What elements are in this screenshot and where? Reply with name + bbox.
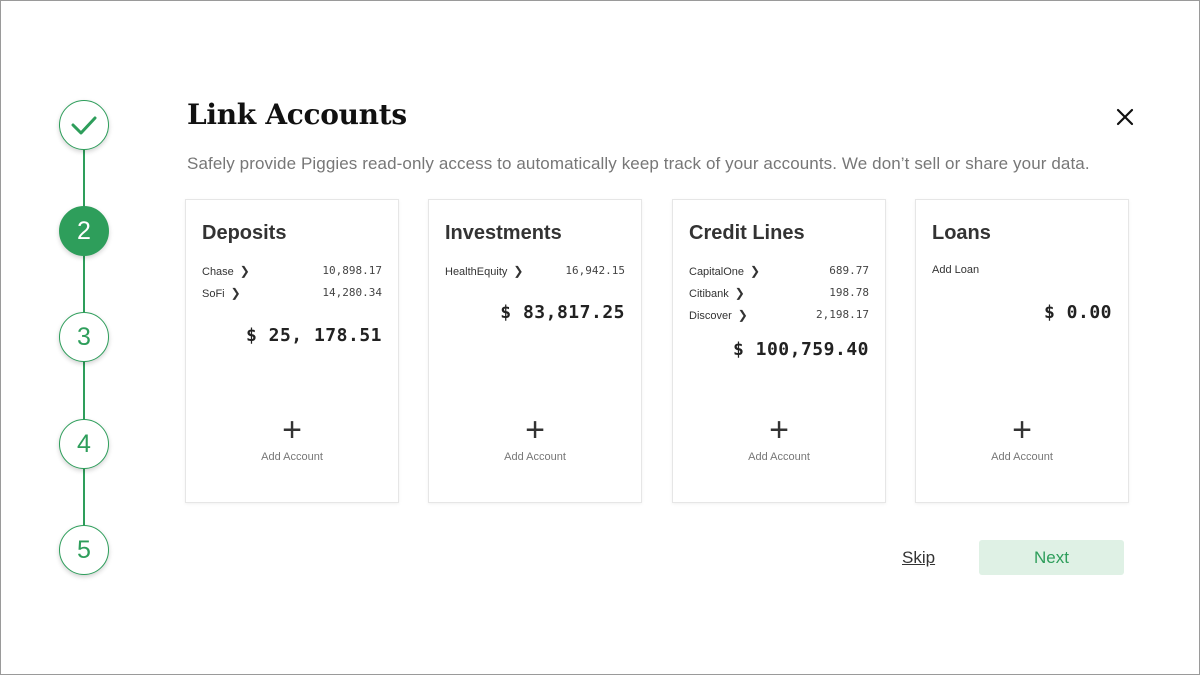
account-amount: 689.77: [829, 264, 869, 277]
plus-icon: +: [769, 411, 789, 449]
account-row-healthequity[interactable]: HealthEquity ❯ 16,942.15: [445, 264, 625, 278]
card-investments: Investments HealthEquity ❯ 16,942.15 $ 83…: [428, 199, 642, 503]
add-account-label: Add Account: [991, 451, 1053, 463]
add-loan-link[interactable]: Add Loan: [932, 264, 979, 276]
card-title: Deposits: [202, 222, 287, 244]
account-row-capitalone[interactable]: CapitalOne ❯ 689.77: [689, 264, 869, 278]
card-loans: Loans Add Loan $ 0.00 + Add Account: [915, 199, 1129, 503]
account-row-discover[interactable]: Discover ❯ 2,198.17: [689, 308, 869, 322]
add-account-label: Add Account: [748, 451, 810, 463]
account-row-sofi[interactable]: SoFi ❯ 14,280.34: [202, 286, 382, 300]
add-account-button[interactable]: + Add Account: [673, 411, 885, 466]
add-account-button[interactable]: + Add Account: [916, 411, 1128, 466]
step-number: 3: [77, 322, 91, 351]
account-amount: 10,898.17: [322, 264, 382, 277]
plus-icon: +: [525, 411, 545, 449]
step-number: 2: [77, 216, 91, 245]
chevron-right-icon: ❯: [239, 264, 250, 278]
step-4[interactable]: 4: [59, 419, 109, 469]
step-number: 5: [77, 535, 91, 564]
account-name: Discover: [689, 310, 732, 322]
card-title: Loans: [932, 222, 991, 244]
account-name: CapitalOne: [689, 266, 745, 278]
close-button[interactable]: [1112, 104, 1138, 130]
account-name: SoFi: [202, 288, 225, 300]
card-total: $ 0.00: [1043, 302, 1112, 323]
account-amount: 198.78: [829, 286, 869, 299]
progress-stepper: 2 3 4 5: [59, 100, 109, 576]
add-account-button[interactable]: + Add Account: [429, 411, 641, 466]
plus-icon: +: [1012, 411, 1032, 449]
chevron-right-icon: ❯: [750, 264, 761, 278]
add-account-label: Add Account: [504, 451, 566, 463]
account-name: Chase: [202, 266, 234, 278]
account-amount: 16,942.15: [565, 264, 625, 277]
next-button[interactable]: Next: [979, 540, 1124, 575]
account-name: HealthEquity: [445, 266, 508, 278]
card-total: $ 100,759.40: [732, 339, 869, 360]
card-total: $ 25, 178.51: [245, 325, 382, 346]
check-icon: [71, 116, 97, 135]
step-3[interactable]: 3: [59, 312, 109, 362]
page-title: Link Accounts: [187, 98, 407, 131]
step-5[interactable]: 5: [59, 525, 109, 575]
account-row-chase[interactable]: Chase ❯ 10,898.17: [202, 264, 382, 278]
account-amount: 14,280.34: [322, 286, 382, 299]
step-2-active[interactable]: 2: [59, 206, 109, 256]
card-title: Investments: [445, 222, 562, 244]
chevron-right-icon: ❯: [737, 308, 748, 322]
account-name: Citibank: [689, 288, 729, 300]
card-title: Credit Lines: [689, 222, 805, 244]
card-total: $ 83,817.25: [500, 302, 625, 323]
page-subtitle: Safely provide Piggies read-only access …: [187, 154, 1090, 173]
chevron-right-icon: ❯: [230, 286, 241, 300]
plus-icon: +: [282, 411, 302, 449]
card-deposits: Deposits Chase ❯ 10,898.17 SoFi ❯ 14,280.3…: [185, 199, 399, 503]
card-credit-lines: Credit Lines CapitalOne ❯ 689.77 Citibank…: [672, 199, 886, 503]
account-row-citibank[interactable]: Citibank ❯ 198.78: [689, 286, 869, 300]
skip-link[interactable]: Skip: [902, 548, 935, 568]
add-account-label: Add Account: [261, 451, 323, 463]
account-amount: 2,198.17: [816, 308, 869, 321]
add-account-button[interactable]: + Add Account: [186, 411, 398, 466]
step-1-complete[interactable]: [59, 100, 109, 150]
chevron-right-icon: ❯: [513, 264, 524, 278]
close-icon: [1116, 108, 1134, 126]
step-number: 4: [77, 429, 91, 458]
chevron-right-icon: ❯: [734, 286, 745, 300]
